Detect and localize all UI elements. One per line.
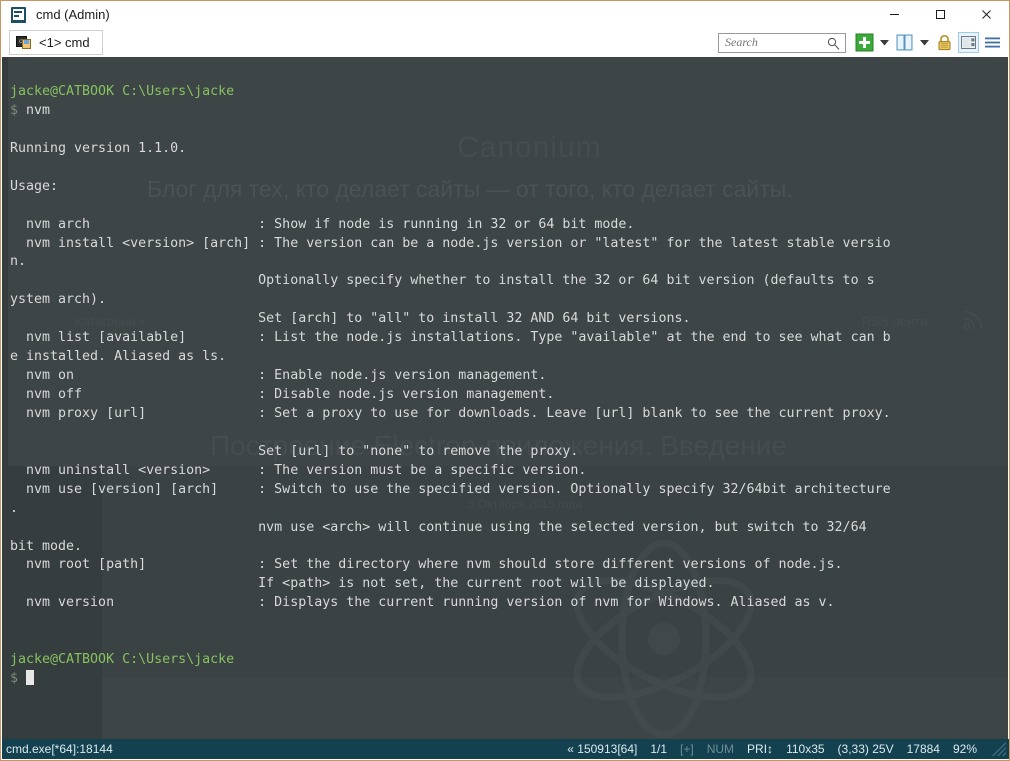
typed-command: nvm [18, 103, 50, 118]
window-controls [871, 1, 1009, 28]
status-build: « 150913[64] [567, 742, 637, 756]
status-plus: [+] [680, 742, 694, 756]
tab-label: <1> cmd [39, 35, 90, 50]
terminal-pane[interactable]: Canonium Блог для тех, кто делает сайты … [2, 57, 1008, 741]
terminal-output-line [2, 613, 1008, 632]
terminal-output-line: nvm proxy [url] : Set a proxy to use for… [2, 405, 1008, 424]
terminal-command-line: $ nvm [2, 102, 1008, 121]
terminal-output-line: nvm arch : Show if node is running in 32… [2, 216, 1008, 235]
terminal-output-line: Running version 1.1.0. [2, 140, 1008, 159]
close-button[interactable] [963, 1, 1009, 28]
prompt-user-host-path: jacke@CATBOOK C:\Users\jacke [10, 84, 234, 99]
status-line-count: 17884 [907, 742, 940, 756]
terminal-output-line: bit mode. [2, 538, 1008, 557]
chevron-down-icon [880, 40, 889, 46]
terminal-output-line: Usage: [2, 178, 1008, 197]
terminal-output-line [2, 197, 1008, 216]
title-bar: cmd (Admin) [1, 1, 1009, 28]
terminal-output-line: nvm list [available] : List the node.js … [2, 329, 1008, 348]
status-pri: PRI↕ [747, 742, 773, 756]
status-process: cmd.exe[*64]:18144 [6, 742, 113, 756]
terminal-output-line [2, 424, 1008, 443]
terminal-output-line: n. [2, 253, 1008, 272]
status-scroll-percent: 92% [953, 742, 977, 756]
terminal-output-line: Set [arch] to "all" to install 32 AND 64… [2, 310, 1008, 329]
terminal-output-line: nvm root [path] : Set the directory wher… [2, 556, 1008, 575]
status-num: NUM [707, 742, 734, 756]
terminal-output-line: . [2, 500, 1008, 519]
terminal-output-line [2, 159, 1008, 178]
tab-strip: c <1> cmd [1, 28, 1009, 57]
status-cursor-position: (3,33) 25V [838, 742, 894, 756]
split-window-icon [895, 33, 914, 52]
console-tab-icon: c [16, 35, 32, 50]
hamburger-menu-icon [983, 33, 1002, 52]
terminal-output-line: Optionally specify whether to install th… [2, 272, 1008, 291]
new-tab-button[interactable] [855, 33, 874, 52]
tab-cmd[interactable]: c <1> cmd [9, 30, 103, 55]
terminal-prompt-line: jacke@CATBOOK C:\Users\jacke [2, 83, 1008, 102]
console-icon [10, 6, 28, 24]
search-box[interactable] [718, 33, 846, 53]
maximize-button[interactable] [917, 1, 963, 28]
minimize-button[interactable] [871, 1, 917, 28]
search-icon [827, 37, 840, 50]
menu-button[interactable] [983, 33, 1002, 52]
status-size: 110x35 [786, 742, 824, 756]
search-input[interactable] [725, 35, 825, 50]
status-pane: 1/1 [650, 742, 667, 756]
new-tab-dropdown[interactable] [879, 33, 890, 53]
terminal-output: jacke@CATBOOK C:\Users\jacke $ nvm Running… [2, 57, 1008, 689]
terminal-output-line: nvm use [version] [arch] : Switch to use… [2, 481, 1008, 500]
lock-icon [935, 33, 954, 52]
split-pane-button[interactable] [895, 33, 914, 52]
terminal-output-line: ystem arch). [2, 291, 1008, 310]
resize-grip[interactable] [992, 742, 1006, 756]
prompt-symbol: $ [10, 103, 18, 118]
terminal-output-line: nvm install <version> [arch] : The versi… [2, 235, 1008, 254]
split-pane-dropdown[interactable] [919, 33, 930, 53]
terminal-output-line: nvm off : Disable node.js version manage… [2, 386, 1008, 405]
toolbar [718, 30, 1002, 55]
terminal-output-line [2, 121, 1008, 140]
prompt-user-host-path: jacke@CATBOOK C:\Users\jacke [10, 652, 234, 667]
layout-toggle-button[interactable] [959, 33, 978, 52]
status-bar: cmd.exe[*64]:18144 « 150913[64] 1/1 [+] … [2, 739, 1010, 759]
terminal-cursor-line: $ [2, 670, 1008, 689]
cmd-admin-window: cmd (Admin) c <1> cmd [0, 0, 1010, 761]
terminal-output-line: nvm on : Enable node.js version manageme… [2, 367, 1008, 386]
layout-icon [959, 33, 978, 52]
terminal-output-line: If <path> is not set, the current root w… [2, 575, 1008, 594]
terminal-output-line: nvm version : Displays the current runni… [2, 594, 1008, 613]
window-title: cmd (Admin) [36, 1, 110, 28]
terminal-prompt-line: jacke@CATBOOK C:\Users\jacke [2, 651, 1008, 670]
lock-button[interactable] [935, 33, 954, 52]
terminal-output-line: Set [url] to "none" to remove the proxy. [2, 443, 1008, 462]
text-cursor [26, 670, 34, 685]
green-plus-icon [855, 33, 874, 52]
terminal-output-line: nvm use <arch> will continue using the s… [2, 519, 1008, 538]
terminal-output-line: e installed. Aliased as ls. [2, 348, 1008, 367]
terminal-output-line [2, 632, 1008, 651]
terminal-output-line: nvm uninstall <version> : The version mu… [2, 462, 1008, 481]
chevron-down-icon [920, 40, 929, 46]
prompt-symbol: $ [10, 671, 26, 686]
